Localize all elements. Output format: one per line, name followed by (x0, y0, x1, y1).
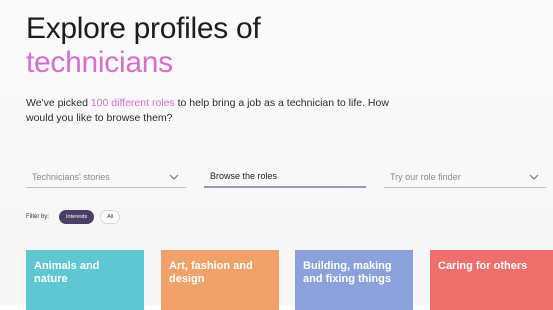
card-animals-and-nature[interactable]: Animals and nature (26, 250, 144, 310)
role-finder-label: Try our role finder (390, 171, 461, 182)
browse-the-roles-tab[interactable]: Browse the roles (204, 166, 366, 188)
role-finder-dropdown[interactable]: Try our role finder (384, 166, 546, 188)
technicians-stories-label: Technicians' stories (32, 171, 110, 182)
category-cards: Animals and nature Art, fashion and desi… (26, 250, 553, 310)
page-title: Explore profiles of technicians (26, 12, 261, 80)
intro-text: We've picked 100 different roles to help… (26, 96, 406, 126)
title-line-2: technicians (26, 46, 173, 79)
intro-before: We've picked (26, 97, 91, 109)
browse-the-roles-label: Browse the roles (210, 171, 278, 181)
filter-pill-interests[interactable]: Interests (59, 210, 95, 224)
technicians-stories-dropdown[interactable]: Technicians' stories (26, 166, 186, 188)
card-building-making-fixing[interactable]: Building, making and fixing things (295, 250, 413, 310)
title-line-1: Explore profiles of (26, 12, 261, 45)
chevron-down-icon (169, 174, 179, 180)
chevron-down-icon (529, 174, 539, 180)
filter-row: Filter by: Interests All (26, 210, 121, 224)
page: Explore profiles of technicians We've pi… (0, 0, 553, 310)
filter-label: Filter by: (26, 214, 50, 220)
card-caring-for-others[interactable]: Caring for others (430, 250, 553, 310)
filter-pill-all[interactable]: All (100, 210, 121, 224)
browse-options: Technicians' stories Browse the roles Tr… (26, 166, 546, 190)
card-art-fashion-design[interactable]: Art, fashion and design (161, 250, 279, 310)
intro-highlight: 100 different roles (90, 97, 175, 109)
